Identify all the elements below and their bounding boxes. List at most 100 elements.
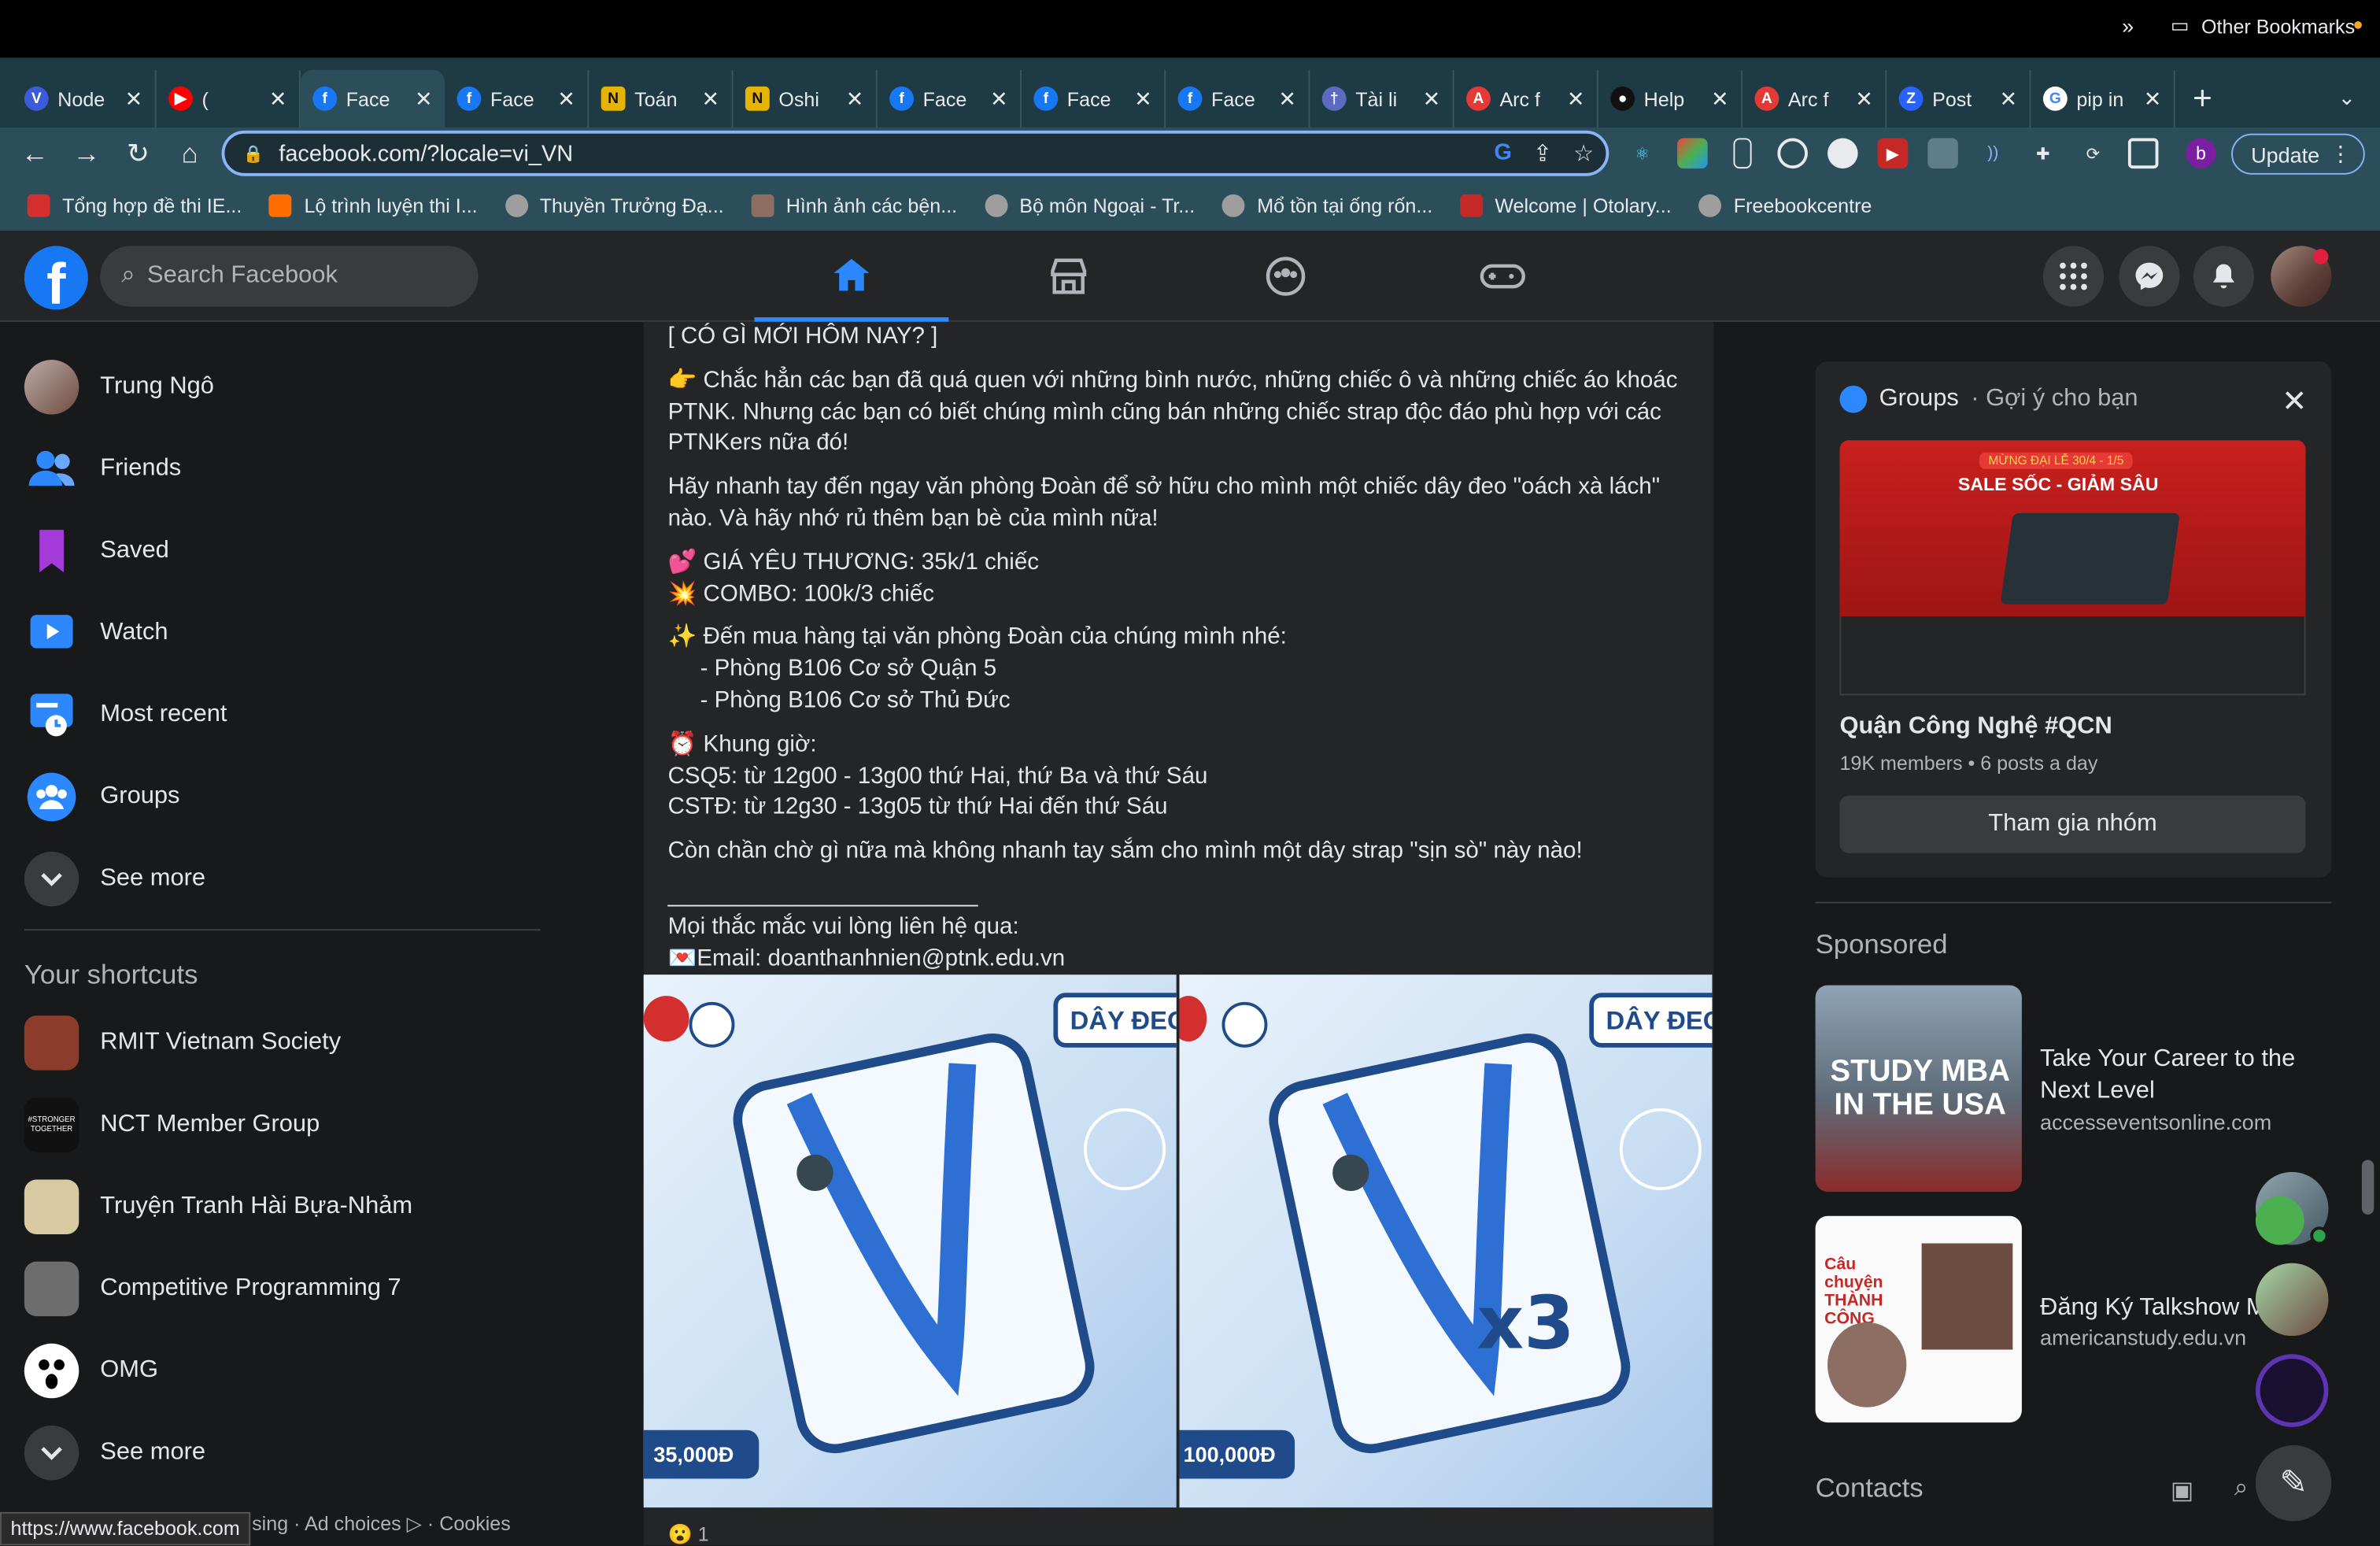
nav-home-tab[interactable]: [754, 231, 949, 322]
tab-close-icon[interactable]: ✕: [1855, 86, 1873, 112]
circle-extension-icon[interactable]: [1828, 138, 1858, 169]
post-photo-1[interactable]: DÂY ĐEO 35,000Đ: [643, 975, 1177, 1508]
tab-search-chevron-icon[interactable]: ⌄: [2338, 85, 2356, 111]
browser-tab[interactable]: f Face ✕: [1022, 69, 1166, 128]
browser-tab[interactable]: A Arc f ✕: [1743, 69, 1887, 128]
reload-button[interactable]: ↻: [113, 128, 164, 179]
update-button[interactable]: Update ⋮: [2231, 133, 2365, 175]
kebab-menu-icon[interactable]: ⋮: [2330, 141, 2351, 167]
browser-tab[interactable]: f Face ✕: [300, 69, 445, 128]
browser-tab[interactable]: f Face ✕: [445, 69, 589, 128]
tab-close-icon[interactable]: ✕: [702, 86, 720, 112]
phone-extension-icon[interactable]: [1733, 138, 1752, 169]
bookmark-item[interactable]: Tổng hợp đề thi IE...: [27, 193, 242, 216]
tab-close-icon[interactable]: ✕: [1999, 86, 2017, 112]
sidebar-item-watch[interactable]: Watch: [24, 600, 168, 667]
search-facebook-input[interactable]: ⌕ Search Facebook: [100, 246, 479, 307]
bookmark-item[interactable]: Lộ trình luyện thi I...: [269, 193, 478, 216]
tab-close-icon[interactable]: ✕: [1423, 86, 1441, 112]
chat-head-2[interactable]: [2255, 1263, 2329, 1337]
home-button[interactable]: ⌂: [164, 128, 216, 179]
join-group-button[interactable]: Tham gia nhóm: [1839, 795, 2306, 853]
sidebar-item-trung-ng-[interactable]: Trung Ngô: [24, 353, 214, 420]
shortcut-item[interactable]: RMIT Vietnam Society: [24, 1010, 341, 1077]
browser-tab[interactable]: ● Help ✕: [1598, 69, 1743, 128]
google-lens-icon[interactable]: G: [1494, 139, 1512, 167]
nav-gaming-tab[interactable]: [1406, 231, 1600, 322]
post-photo-2[interactable]: DÂY ĐEO x3 100,000Đ: [1179, 975, 1713, 1508]
browser-tab[interactable]: A Arc f ✕: [1454, 69, 1598, 128]
browser-tab[interactable]: Z Post ✕: [1887, 69, 2031, 128]
footer-links[interactable]: sing · Ad choices ▷ · Cookies: [252, 1512, 511, 1537]
shortcut-item[interactable]: Competitive Programming 7: [24, 1256, 401, 1322]
youtube-extension-icon[interactable]: ▶: [1877, 138, 1909, 169]
other-bookmarks-folder[interactable]: ▭ Other Bookmarks: [2171, 13, 2355, 38]
sidebar-item-see-more[interactable]: See more: [24, 845, 205, 912]
sidebar-item-saved[interactable]: Saved: [24, 518, 169, 585]
tab-close-icon[interactable]: ✕: [1134, 86, 1152, 112]
browser-tab[interactable]: f Face ✕: [878, 69, 1022, 128]
browser-tab[interactable]: Gpip in ✕: [2031, 69, 2175, 128]
facebook-logo-icon[interactable]: f: [24, 246, 88, 310]
post-reactions[interactable]: 😮 1: [668, 1522, 709, 1545]
tab-close-icon[interactable]: ✕: [846, 86, 864, 112]
video-call-icon[interactable]: ▣: [2171, 1476, 2193, 1507]
bookmark-star-icon[interactable]: ☆: [1573, 139, 1594, 167]
browser-tab[interactable]: V Node ✕: [12, 69, 157, 128]
color-picker-extension-icon[interactable]: [1677, 138, 1708, 169]
new-message-button[interactable]: ✎: [2255, 1445, 2332, 1522]
lock-icon[interactable]: 🔒: [243, 143, 264, 163]
shortcut-item[interactable]: See more: [24, 1419, 205, 1486]
tab-close-icon[interactable]: ✕: [269, 86, 287, 112]
page-scrollbar[interactable]: [2361, 1160, 2374, 1215]
tab-close-icon[interactable]: ✕: [1711, 86, 1729, 112]
tab-close-icon[interactable]: ✕: [125, 86, 143, 112]
new-tab-button[interactable]: +: [2175, 70, 2230, 128]
sidebar-item-friends[interactable]: Friends: [24, 436, 181, 503]
back-button[interactable]: ←: [9, 128, 61, 179]
bookmarks-overflow-button[interactable]: »: [2122, 13, 2134, 38]
bookmark-item[interactable]: Welcome | Otolary...: [1459, 193, 1672, 216]
audio-extension-icon[interactable]: )): [1978, 139, 2009, 169]
close-icon[interactable]: ✕: [2282, 383, 2307, 420]
group-name[interactable]: Quận Công Nghệ #QCN: [1839, 713, 2112, 741]
tab-close-icon[interactable]: ✕: [557, 86, 575, 112]
nav-marketplace-tab[interactable]: [971, 231, 1166, 322]
browser-tab[interactable]: † Tài li ✕: [1310, 69, 1454, 128]
forward-button[interactable]: →: [61, 128, 113, 179]
target-extension-icon[interactable]: [1777, 138, 1808, 169]
sponsored-ad-2[interactable]: Câu chuyện THÀNH CÔNG Đăng Ký Talkshow M…: [1815, 1215, 2332, 1423]
sync-extension-icon[interactable]: ⟳: [2078, 139, 2108, 169]
puzzle-extensions-icon[interactable]: ✚: [2028, 139, 2059, 169]
sidebar-item-groups[interactable]: Groups: [24, 764, 179, 830]
nav-groups-tab[interactable]: [1188, 231, 1383, 322]
sidebar-item-most-recent[interactable]: Most recent: [24, 682, 227, 749]
tab-close-icon[interactable]: ✕: [1278, 86, 1296, 112]
post-email[interactable]: 💌Email: doanthanhnien@ptnk.edu.vn: [668, 944, 1700, 975]
bookmark-item[interactable]: Freebookcentre: [1698, 193, 1872, 216]
shortcut-item[interactable]: #STRONGER TOGETHER NCT Member Group: [24, 1092, 320, 1159]
shortcut-item[interactable]: Truyện Tranh Hài Bựa-Nhảm: [24, 1174, 412, 1241]
chat-head-3[interactable]: [2255, 1354, 2329, 1427]
bookmark-item[interactable]: Hình ảnh các bện...: [751, 193, 957, 216]
browser-tab[interactable]: f Face ✕: [1166, 69, 1310, 128]
menu-grid-button[interactable]: [2042, 246, 2105, 307]
bookmark-item[interactable]: Bộ môn Ngoại - Tr...: [984, 193, 1195, 216]
chat-head-1[interactable]: [2255, 1171, 2329, 1245]
bookmark-item[interactable]: Thuyền Trưởng Đạ...: [504, 193, 724, 216]
browser-tab[interactable]: ▶ (✕: [157, 69, 301, 128]
messenger-button[interactable]: [2119, 246, 2180, 307]
photo-extension-icon[interactable]: [1927, 138, 1958, 169]
tab-close-icon[interactable]: ✕: [2144, 86, 2162, 112]
share-icon[interactable]: ⇪: [1533, 139, 1552, 167]
group-cover-image[interactable]: MỪNG ĐẠI LỄ 30/4 - 1/5 SALE SỐC - GIẢM S…: [1839, 440, 2306, 617]
address-bar[interactable]: 🔒 facebook.com/?locale=vi_VN G ⇪ ☆: [221, 130, 1609, 176]
browser-tab[interactable]: N Oshi ✕: [734, 69, 878, 128]
notifications-button[interactable]: [2193, 246, 2254, 307]
sponsored-ad-1[interactable]: STUDY MBA IN THE USA Take Your Career to…: [1815, 985, 2332, 1192]
react-devtools-icon[interactable]: ⚛: [1627, 139, 1658, 169]
tab-close-icon[interactable]: ✕: [415, 86, 433, 112]
bookmark-item[interactable]: Mổ tồn tại ống rốn...: [1221, 193, 1432, 216]
tab-close-icon[interactable]: ✕: [990, 86, 1008, 112]
contacts-search-icon[interactable]: ⌕: [2234, 1476, 2248, 1503]
